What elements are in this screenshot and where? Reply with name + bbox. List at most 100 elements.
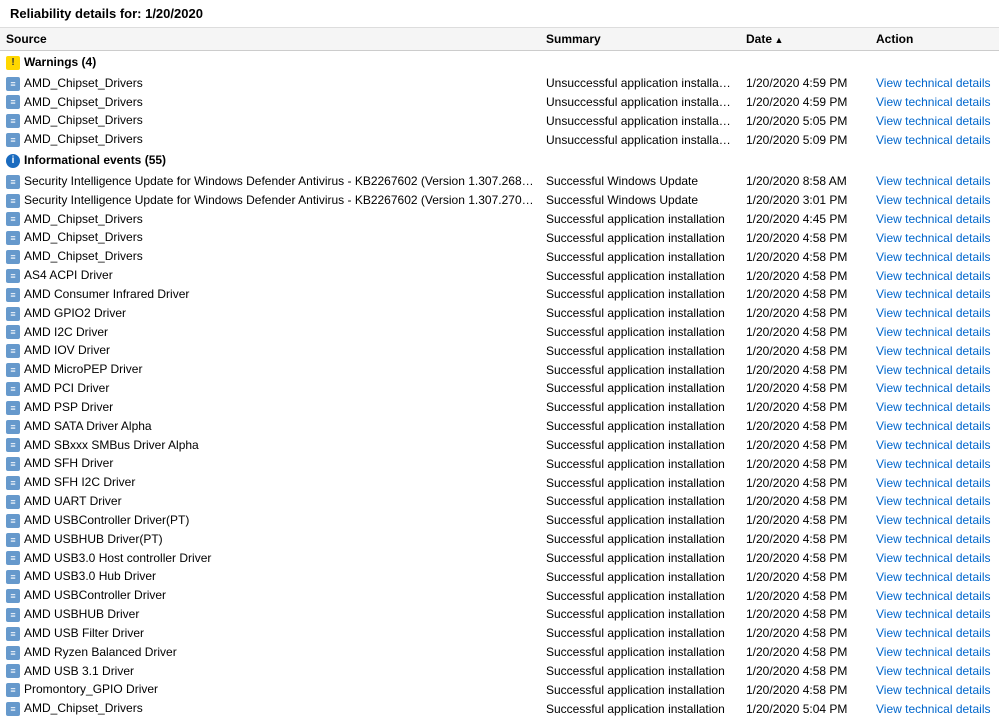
view-technical-details-link[interactable]: View technical details — [876, 683, 991, 697]
cell-source: ≡AMD USB Filter Driver — [0, 624, 540, 643]
row-icon: ≡ — [6, 570, 20, 584]
cell-summary: Successful application installation — [540, 266, 740, 285]
cell-date: 1/20/2020 3:01 PM — [740, 191, 870, 210]
table-row: ≡AMD USBController DriverSuccessful appl… — [0, 586, 999, 605]
cell-summary: Successful application installation — [540, 398, 740, 417]
cell-summary: Successful application installation — [540, 511, 740, 530]
view-technical-details-link[interactable]: View technical details — [876, 570, 991, 584]
cell-action: View technical details — [870, 130, 999, 149]
cell-source: ≡AMD UART Driver — [0, 492, 540, 511]
row-icon: ≡ — [6, 702, 20, 716]
view-technical-details-link[interactable]: View technical details — [876, 325, 991, 339]
table-row: ≡AMD PCI DriverSuccessful application in… — [0, 379, 999, 398]
cell-action: View technical details — [870, 699, 999, 716]
cell-action: View technical details — [870, 549, 999, 568]
cell-source: ≡AMD PSP Driver — [0, 398, 540, 417]
cell-date: 1/20/2020 5:04 PM — [740, 699, 870, 716]
view-technical-details-link[interactable]: View technical details — [876, 607, 991, 621]
view-technical-details-link[interactable]: View technical details — [876, 551, 991, 565]
view-technical-details-link[interactable]: View technical details — [876, 133, 991, 147]
view-technical-details-link[interactable]: View technical details — [876, 344, 991, 358]
view-technical-details-link[interactable]: View technical details — [876, 114, 991, 128]
row-icon: ≡ — [6, 307, 20, 321]
view-technical-details-link[interactable]: View technical details — [876, 457, 991, 471]
table-row: ≡AMD PSP DriverSuccessful application in… — [0, 398, 999, 417]
cell-date: 1/20/2020 4:58 PM — [740, 417, 870, 436]
table-row: ≡AMD USBHUB Driver(PT)Successful applica… — [0, 530, 999, 549]
cell-date: 1/20/2020 4:58 PM — [740, 567, 870, 586]
view-technical-details-link[interactable]: View technical details — [876, 645, 991, 659]
row-icon: ≡ — [6, 401, 20, 415]
cell-source: ≡Security Intelligence Update for Window… — [0, 191, 540, 210]
view-technical-details-link[interactable]: View technical details — [876, 419, 991, 433]
view-technical-details-link[interactable]: View technical details — [876, 269, 991, 283]
view-technical-details-link[interactable]: View technical details — [876, 381, 991, 395]
table-row: ≡AMD_Chipset_DriversUnsuccessful applica… — [0, 111, 999, 130]
reliability-table: Source Summary Date Action !Warnings (4)… — [0, 28, 999, 716]
cell-source: ≡AMD USBController Driver(PT) — [0, 511, 540, 530]
view-technical-details-link[interactable]: View technical details — [876, 438, 991, 452]
view-technical-details-link[interactable]: View technical details — [876, 174, 991, 188]
cell-action: View technical details — [870, 680, 999, 699]
view-technical-details-link[interactable]: View technical details — [876, 231, 991, 245]
cell-source: ≡AMD_Chipset_Drivers — [0, 74, 540, 93]
table-row: ≡AMD SFH I2C DriverSuccessful applicatio… — [0, 473, 999, 492]
cell-summary: Successful application installation — [540, 586, 740, 605]
cell-action: View technical details — [870, 323, 999, 342]
view-technical-details-link[interactable]: View technical details — [876, 193, 991, 207]
cell-date: 1/20/2020 4:58 PM — [740, 549, 870, 568]
cell-source: ≡AMD GPIO2 Driver — [0, 304, 540, 323]
cell-summary: Successful application installation — [540, 304, 740, 323]
view-technical-details-link[interactable]: View technical details — [876, 513, 991, 527]
cell-source: ≡Promontory_GPIO Driver — [0, 680, 540, 699]
cell-action: View technical details — [870, 436, 999, 455]
cell-summary: Successful application installation — [540, 210, 740, 229]
view-technical-details-link[interactable]: View technical details — [876, 287, 991, 301]
view-technical-details-link[interactable]: View technical details — [876, 476, 991, 490]
cell-action: View technical details — [870, 417, 999, 436]
view-technical-details-link[interactable]: View technical details — [876, 702, 991, 716]
cell-date: 1/20/2020 4:58 PM — [740, 454, 870, 473]
view-technical-details-link[interactable]: View technical details — [876, 76, 991, 90]
col-header-source[interactable]: Source — [0, 28, 540, 51]
cell-date: 1/20/2020 4:58 PM — [740, 643, 870, 662]
view-technical-details-link[interactable]: View technical details — [876, 250, 991, 264]
view-technical-details-link[interactable]: View technical details — [876, 589, 991, 603]
cell-date: 1/20/2020 4:45 PM — [740, 210, 870, 229]
row-icon: ≡ — [6, 589, 20, 603]
row-icon: ≡ — [6, 476, 20, 490]
cell-action: View technical details — [870, 172, 999, 191]
row-icon: ≡ — [6, 608, 20, 622]
cell-action: View technical details — [870, 111, 999, 130]
col-header-summary: Summary — [540, 28, 740, 51]
table-row: ≡AMD USB Filter DriverSuccessful applica… — [0, 624, 999, 643]
row-icon: ≡ — [6, 363, 20, 377]
view-technical-details-link[interactable]: View technical details — [876, 212, 991, 226]
view-technical-details-link[interactable]: View technical details — [876, 626, 991, 640]
cell-summary: Successful application installation — [540, 605, 740, 624]
view-technical-details-link[interactable]: View technical details — [876, 664, 991, 678]
cell-source: ≡AMD MicroPEP Driver — [0, 360, 540, 379]
cell-date: 1/20/2020 8:58 AM — [740, 172, 870, 191]
cell-summary: Successful Windows Update — [540, 191, 740, 210]
view-technical-details-link[interactable]: View technical details — [876, 494, 991, 508]
cell-action: View technical details — [870, 454, 999, 473]
view-technical-details-link[interactable]: View technical details — [876, 306, 991, 320]
cell-source: ≡AMD USB 3.1 Driver — [0, 662, 540, 681]
row-icon: ≡ — [6, 175, 20, 189]
col-header-date[interactable]: Date — [740, 28, 870, 51]
row-icon: ≡ — [6, 551, 20, 565]
row-icon: ≡ — [6, 133, 20, 147]
cell-source: ≡AMD_Chipset_Drivers — [0, 247, 540, 266]
table-row: ≡AMD SATA Driver AlphaSuccessful applica… — [0, 417, 999, 436]
view-technical-details-link[interactable]: View technical details — [876, 95, 991, 109]
view-technical-details-link[interactable]: View technical details — [876, 400, 991, 414]
table-row: ≡AMD USB3.0 Hub DriverSuccessful applica… — [0, 567, 999, 586]
cell-date: 1/20/2020 4:58 PM — [740, 511, 870, 530]
cell-source: ≡AMD SFH I2C Driver — [0, 473, 540, 492]
view-technical-details-link[interactable]: View technical details — [876, 532, 991, 546]
cell-source: ≡AMD I2C Driver — [0, 323, 540, 342]
table-row: ≡AMD MicroPEP DriverSuccessful applicati… — [0, 360, 999, 379]
cell-source: ≡AMD_Chipset_Drivers — [0, 130, 540, 149]
view-technical-details-link[interactable]: View technical details — [876, 363, 991, 377]
